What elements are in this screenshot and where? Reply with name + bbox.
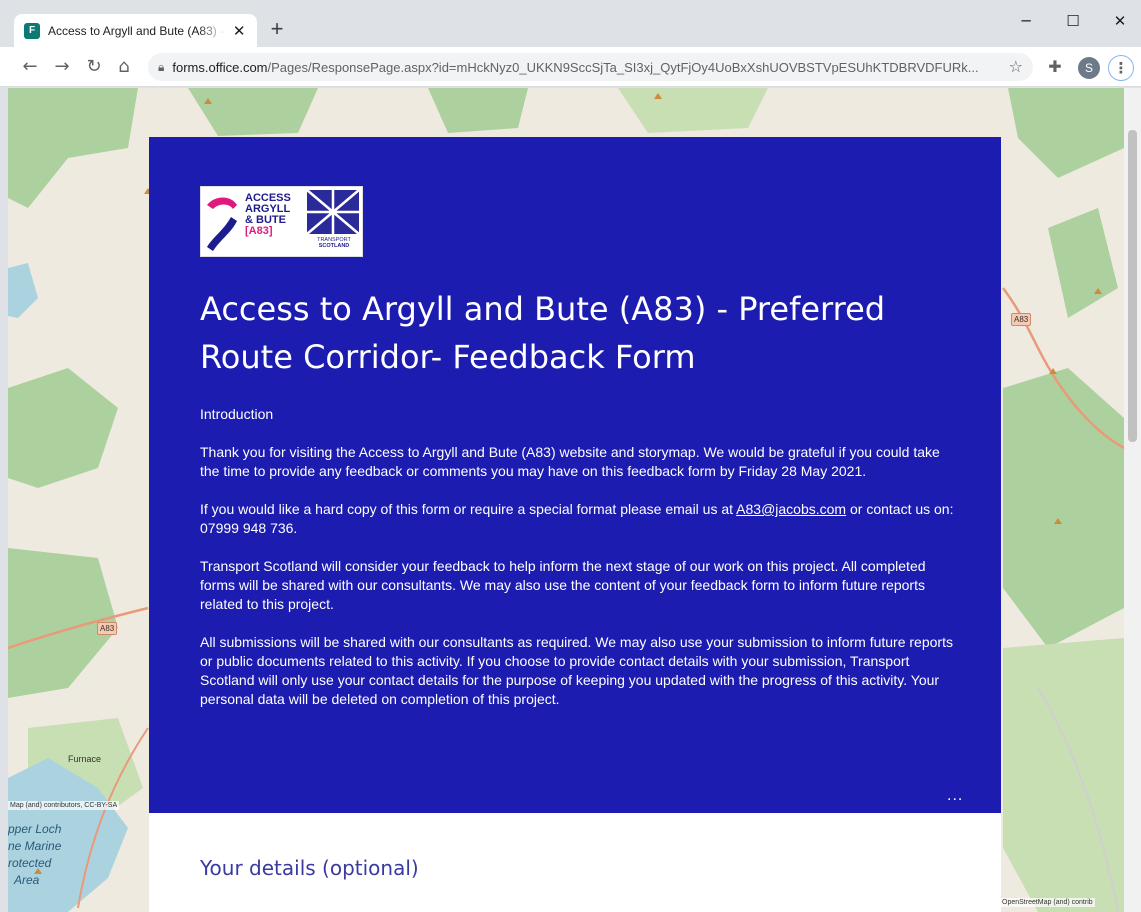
kebab-menu-icon[interactable]: ⋮	[1108, 55, 1134, 81]
star-icon[interactable]: ☆	[1009, 57, 1023, 76]
more-options-icon[interactable]: ...	[947, 787, 963, 805]
window-minimize-button[interactable]: ─	[1003, 8, 1049, 34]
description-paragraph: If you would like a hard copy of this fo…	[200, 501, 954, 536]
description-paragraph: Transport Scotland will consider your fe…	[200, 558, 926, 612]
puzzle-icon[interactable]: ✚	[1045, 57, 1065, 76]
new-tab-button[interactable]: +	[266, 18, 288, 41]
forward-arrow-icon[interactable]: →	[50, 55, 74, 79]
profile-avatar[interactable]: S	[1078, 57, 1100, 79]
description-paragraph: Thank you for visiting the Access to Arg…	[200, 444, 940, 479]
scrollbar-thumb[interactable]	[1128, 130, 1137, 442]
home-icon[interactable]: ⌂	[112, 55, 136, 79]
tab-strip: F Access to Argyll and Bute (A83) - Pref…	[0, 0, 1141, 47]
form-body: Your details (optional)	[149, 813, 1001, 912]
water-label: rotected	[8, 856, 52, 870]
email-link[interactable]: A83@jacobs.com	[736, 501, 846, 517]
tab-title: Access to Argyll and Bute (A83) - Prefer…	[48, 23, 225, 38]
form-description: Introduction Thank you for visiting the …	[200, 405, 960, 728]
lock-icon[interactable]: 🔒︎	[158, 60, 164, 75]
water-label: ne Marine	[8, 839, 62, 853]
section-title: Your details (optional)	[200, 856, 419, 880]
map-attribution[interactable]: Map (and) contributors, CC-BY-SA	[8, 801, 120, 810]
tab-close-icon[interactable]: ✕	[231, 23, 247, 39]
intro-heading: Introduction	[200, 406, 274, 422]
form-title: Access to Argyll and Bute (A83) - Prefer…	[200, 290, 886, 376]
window-close-button[interactable]: ✕	[1097, 8, 1141, 34]
logo-wordmark: ACCESS ARGYLL & BUTE [A83]	[245, 192, 291, 237]
forms-favicon-icon: F	[24, 22, 40, 39]
description-paragraph: All submissions will be shared with our …	[200, 634, 953, 707]
road-label: A83	[1011, 313, 1032, 326]
browser-tab[interactable]: F Access to Argyll and Bute (A83) - Pref…	[14, 14, 257, 47]
reload-icon[interactable]: ↻	[82, 55, 106, 79]
transport-scotland-wordmark: TRANSPORT SCOTLAND	[317, 237, 351, 249]
address-bar[interactable]: 🔒︎ forms.office.com/Pages/ResponsePage.a…	[148, 53, 1033, 81]
browser-toolbar: ← → ↻ ⌂ 🔒︎ forms.office.com/Pages/Respon…	[0, 47, 1141, 87]
water-label: Area	[14, 873, 40, 887]
page-scrollbar[interactable]	[1124, 88, 1141, 912]
road-label: A83	[97, 622, 118, 635]
map-attribution[interactable]: OpenStreetMap (and) contrib	[1000, 898, 1095, 907]
place-label: Furnace	[68, 754, 102, 764]
window-maximize-button[interactable]: ☐	[1050, 8, 1096, 34]
access-argyll-bute-logo: ACCESS ARGYLL & BUTE [A83] TRANSPORT SCO…	[200, 186, 363, 257]
url-text: forms.office.com/Pages/ResponsePage.aspx…	[172, 59, 979, 75]
form-header: ACCESS ARGYLL & BUTE [A83] TRANSPORT SCO…	[149, 137, 1001, 813]
back-arrow-icon[interactable]: ←	[18, 55, 42, 79]
water-label: pper Loch	[8, 822, 62, 836]
